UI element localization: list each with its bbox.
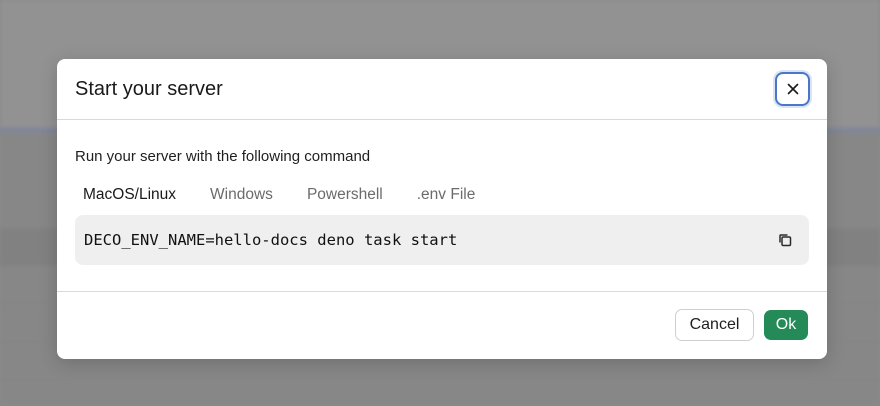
start-server-dialog: Start your server Run your server with t…: [57, 59, 827, 359]
tab-macos-linux[interactable]: MacOS/Linux: [75, 186, 184, 208]
close-icon: [787, 83, 798, 95]
tab-env-file[interactable]: .env File: [417, 186, 484, 208]
ok-button[interactable]: Ok: [764, 310, 808, 340]
close-button[interactable]: [775, 72, 810, 106]
instruction-text: Run your server with the following comma…: [75, 148, 371, 165]
dialog-title: Start your server: [75, 78, 223, 100]
os-tabs: MacOS/Linux Windows Powershell .env File: [75, 186, 509, 208]
dialog-header: Start your server: [57, 59, 827, 120]
command-text: DECO_ENV_NAME=hello-docs deno task start: [84, 231, 458, 249]
tab-powershell[interactable]: Powershell: [307, 186, 391, 208]
copy-icon: [778, 233, 791, 246]
tab-windows[interactable]: Windows: [210, 186, 281, 208]
cancel-button[interactable]: Cancel: [675, 309, 754, 341]
command-box: DECO_ENV_NAME=hello-docs deno task start: [75, 215, 809, 265]
footer-divider: [57, 291, 827, 292]
copy-button[interactable]: [776, 231, 793, 248]
